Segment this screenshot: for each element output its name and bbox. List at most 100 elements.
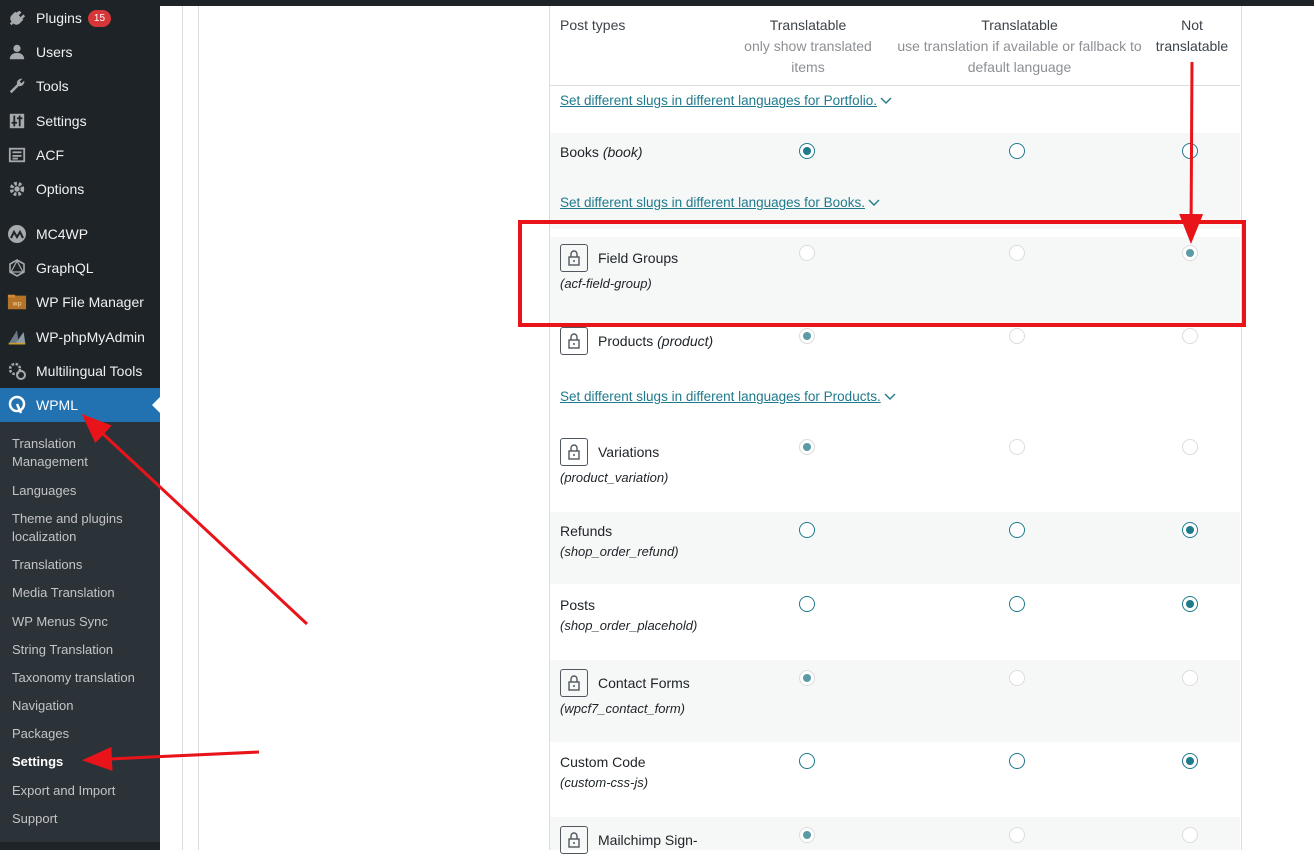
radio-variations-translatable <box>799 439 815 455</box>
submenu-item-taxonomy-translation[interactable]: Taxonomy translation <box>12 669 152 687</box>
menu-label: ACF <box>36 147 64 163</box>
link-text[interactable]: Set different slugs in different languag… <box>560 93 877 108</box>
submenu-item-packages[interactable]: Packages <box>12 725 152 743</box>
header-subtitle: use translation if available or fallback… <box>897 38 1142 75</box>
radio-books-not-translatable[interactable] <box>1182 143 1198 159</box>
radio-mailchimp-translatable <box>799 827 815 843</box>
menu-item-options[interactable]: Options <box>0 172 160 206</box>
header-subtitle: only show translated items <box>744 38 872 75</box>
mc4wp-icon <box>7 224 27 244</box>
menu-item-plugins[interactable]: Plugins 15 <box>0 1 160 35</box>
submenu-item-wp-menus-sync[interactable]: WP Menus Sync <box>12 613 152 631</box>
post-type-slug: (acf-field-group) <box>560 276 652 291</box>
radio-refunds-translatable[interactable] <box>799 522 815 538</box>
header-post-types: Post types <box>560 17 626 33</box>
submenu-item-languages[interactable]: Languages <box>12 482 152 500</box>
post-type-row: Books (book) <box>560 142 643 163</box>
menu-item-multilingual-tools[interactable]: Multilingual Tools <box>0 354 160 388</box>
svg-text:wp: wp <box>12 301 21 308</box>
submenu-item-theme-plugins-localization[interactable]: Theme and plugins localization <box>12 510 152 546</box>
wpml-icon <box>7 395 27 415</box>
radio-products-fallback <box>1009 328 1025 344</box>
update-count-badge: 15 <box>87 9 112 27</box>
menu-label: WPML <box>36 397 78 413</box>
menu-item-wpml[interactable]: WPML <box>0 388 160 422</box>
phpmyadmin-icon <box>7 327 27 347</box>
radio-posts-not-translatable[interactable] <box>1182 596 1198 612</box>
submenu-item-settings[interactable]: Settings <box>12 753 152 771</box>
content-divider <box>182 6 183 850</box>
post-type-name: Field Groups <box>598 250 679 266</box>
radio-contact-forms-translatable <box>799 670 815 686</box>
slug-link-products[interactable]: Set different slugs in different languag… <box>560 389 896 404</box>
radio-contact-forms-fallback <box>1009 670 1025 686</box>
submenu-item-string-translation[interactable]: String Translation <box>12 641 152 659</box>
header-not-translatable: Not translatable <box>1155 17 1229 54</box>
content-divider <box>198 6 199 850</box>
radio-posts-translatable[interactable] <box>799 596 815 612</box>
settings-sliders-icon <box>7 111 27 131</box>
link-text[interactable]: Set different slugs in different languag… <box>560 389 881 404</box>
radio-field-groups-translatable <box>799 245 815 261</box>
file-manager-icon: wp <box>7 292 27 312</box>
radio-products-translatable <box>799 328 815 344</box>
post-type-slug: (shop_order_placehold) <box>560 618 698 633</box>
menu-item-settings[interactable]: Settings <box>0 104 160 138</box>
menu-item-users[interactable]: Users <box>0 35 160 69</box>
post-type-slug: (book) <box>602 144 643 160</box>
admin-sidebar: Plugins 15 Users Tools Settings ACF Opti… <box>0 0 160 850</box>
menu-item-graphql[interactable]: GraphQL <box>0 251 160 285</box>
submenu-item-translation-management[interactable]: Translation Management <box>12 435 152 471</box>
menu-label: Tools <box>36 78 69 94</box>
radio-custom-code-fallback[interactable] <box>1009 753 1025 769</box>
radio-products-not-translatable <box>1182 328 1198 344</box>
menu-item-tools[interactable]: Tools <box>0 69 160 103</box>
post-type-row: Products (product) <box>598 331 713 352</box>
menu-label: Users <box>36 44 73 60</box>
menu-item-wp-phpmyadmin[interactable]: WP-phpMyAdmin <box>0 320 160 354</box>
radio-refunds-fallback[interactable] <box>1009 522 1025 538</box>
radio-refunds-not-translatable[interactable] <box>1182 522 1198 538</box>
multilingual-tools-icon <box>7 361 27 381</box>
post-type-slug: (shop_order_refund) <box>560 544 679 559</box>
menu-label: MC4WP <box>36 226 89 242</box>
row-band <box>550 133 1240 229</box>
slug-link-books[interactable]: Set different slugs in different languag… <box>560 195 880 210</box>
header-title: Translatable <box>769 17 847 33</box>
radio-custom-code-translatable[interactable] <box>799 753 815 769</box>
radio-custom-code-not-translatable[interactable] <box>1182 753 1198 769</box>
radio-mailchimp-fallback <box>1009 827 1025 843</box>
radio-contact-forms-not-translatable <box>1182 670 1198 686</box>
menu-label: Settings <box>36 113 87 129</box>
slug-link-portfolio[interactable]: Set different slugs in different languag… <box>560 93 892 108</box>
lock-icon <box>560 669 588 697</box>
menu-item-wp-file-manager[interactable]: wp WP File Manager <box>0 285 160 319</box>
radio-variations-fallback <box>1009 439 1025 455</box>
submenu-item-media-translation[interactable]: Media Translation <box>12 584 152 602</box>
submenu-item-export-import[interactable]: Export and Import <box>12 782 152 800</box>
menu-item-mc4wp[interactable]: MC4WP <box>0 217 160 251</box>
header-translatable-fallback: Translatable use translation if availabl… <box>897 15 1142 78</box>
plugin-icon <box>7 8 27 28</box>
submenu-item-translations[interactable]: Translations <box>12 556 152 574</box>
submenu-item-navigation[interactable]: Navigation <box>12 697 152 715</box>
menu-item-acf[interactable]: ACF <box>0 138 160 172</box>
link-text[interactable]: Set different slugs in different languag… <box>560 195 865 210</box>
menu-label: Options <box>36 181 85 197</box>
radio-books-translatable[interactable] <box>799 143 815 159</box>
radio-posts-fallback[interactable] <box>1009 596 1025 612</box>
radio-books-fallback[interactable] <box>1009 143 1025 159</box>
lock-icon <box>560 244 588 272</box>
header-title: Translatable <box>981 17 1058 33</box>
lock-icon <box>560 438 588 466</box>
header-divider <box>550 85 1240 86</box>
post-type-name: Custom Code <box>560 754 646 770</box>
graphql-icon <box>7 258 27 278</box>
menu-label: WP File Manager <box>36 294 144 310</box>
post-type-name: Products <box>598 333 654 349</box>
submenu-item-support[interactable]: Support <box>12 810 152 828</box>
users-icon <box>7 42 27 62</box>
post-type-name: Mailchimp Sign- <box>598 832 698 848</box>
chevron-down-icon <box>868 195 880 210</box>
post-type-name: Books <box>560 144 599 160</box>
